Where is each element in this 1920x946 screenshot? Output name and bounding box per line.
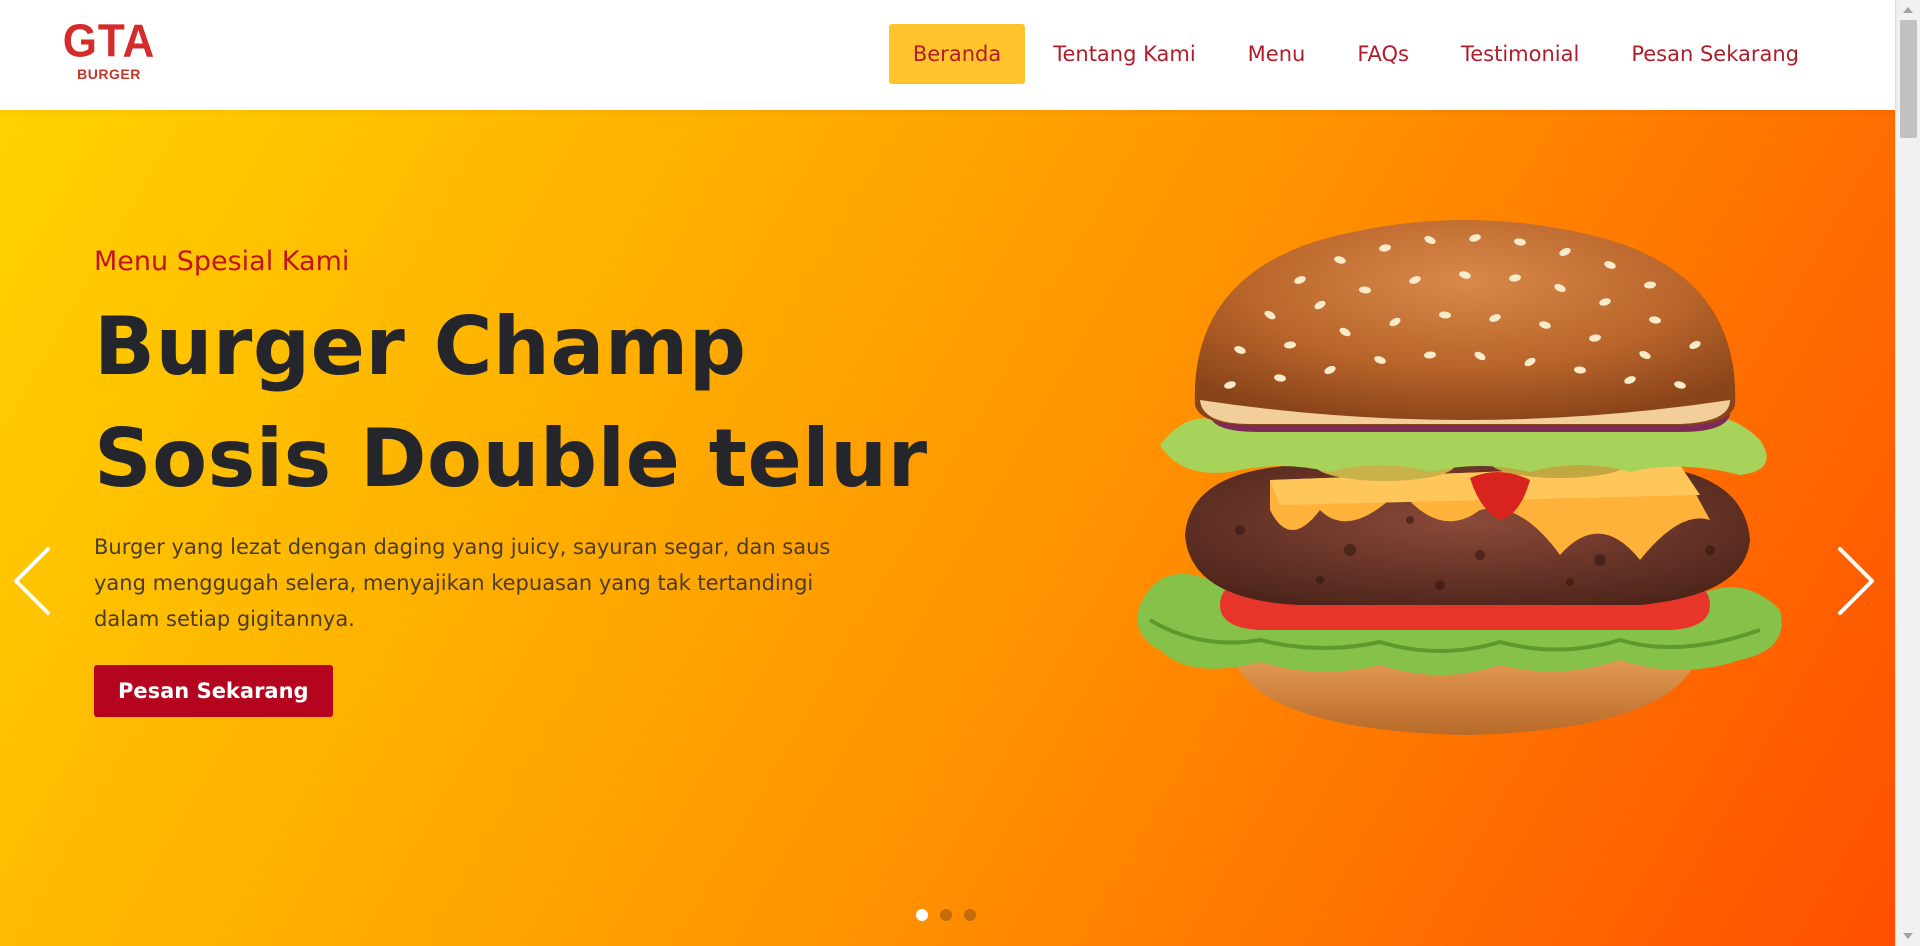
- nav-item-testimonial[interactable]: Testimonial: [1437, 24, 1603, 84]
- hero-title-line-1: Burger Champ: [94, 300, 747, 393]
- nav-item-menu[interactable]: Menu: [1224, 24, 1330, 84]
- carousel-dot-3[interactable]: [964, 909, 976, 921]
- logo-sub-text: BURGER: [77, 66, 141, 82]
- hero-eyebrow: Menu Spesial Kami: [94, 246, 350, 277]
- page-scrollbar[interactable]: [1895, 0, 1920, 946]
- carousel-dot-1[interactable]: [916, 909, 928, 921]
- hero-title-line-2: Sosis Double telur: [94, 412, 928, 505]
- site-header: GTA BURGER Beranda Tentang Kami Menu FAQ…: [0, 0, 1895, 110]
- hero-title: Burger Champ Sosis Double telur: [94, 291, 994, 515]
- main-nav: Beranda Tentang Kami Menu FAQs Testimoni…: [888, 24, 1823, 84]
- hero-content: Menu Spesial Kami Burger Champ Sosis Dou…: [94, 246, 994, 717]
- nav-item-beranda[interactable]: Beranda: [888, 24, 1026, 84]
- nav-item-faqs[interactable]: FAQs: [1333, 24, 1433, 84]
- hero-description: Burger yang lezat dengan daging yang jui…: [94, 535, 831, 631]
- nav-item-pesan-sekarang[interactable]: Pesan Sekarang: [1607, 24, 1823, 84]
- carousel-dot-2[interactable]: [940, 909, 952, 921]
- order-now-button[interactable]: Pesan Sekarang: [94, 665, 333, 717]
- chevron-left-icon: [14, 547, 50, 615]
- scroll-up-arrow-icon[interactable]: [1903, 7, 1913, 13]
- scroll-down-arrow-icon[interactable]: [1903, 933, 1913, 939]
- brand-logo[interactable]: GTA BURGER: [63, 16, 155, 92]
- hero-carousel: Menu Spesial Kami Burger Champ Sosis Dou…: [0, 110, 1895, 946]
- burger-image: [1137, 220, 1782, 735]
- nav-item-tentang-kami[interactable]: Tentang Kami: [1029, 24, 1219, 84]
- carousel-next-button[interactable]: [1834, 545, 1878, 617]
- chevron-right-icon: [1838, 547, 1874, 615]
- carousel-prev-button[interactable]: [10, 545, 54, 617]
- carousel-indicators: [916, 909, 976, 921]
- scrollbar-thumb[interactable]: [1900, 20, 1917, 138]
- page: GTA BURGER Beranda Tentang Kami Menu FAQ…: [0, 0, 1920, 946]
- logo-main-text: GTA: [62, 15, 156, 68]
